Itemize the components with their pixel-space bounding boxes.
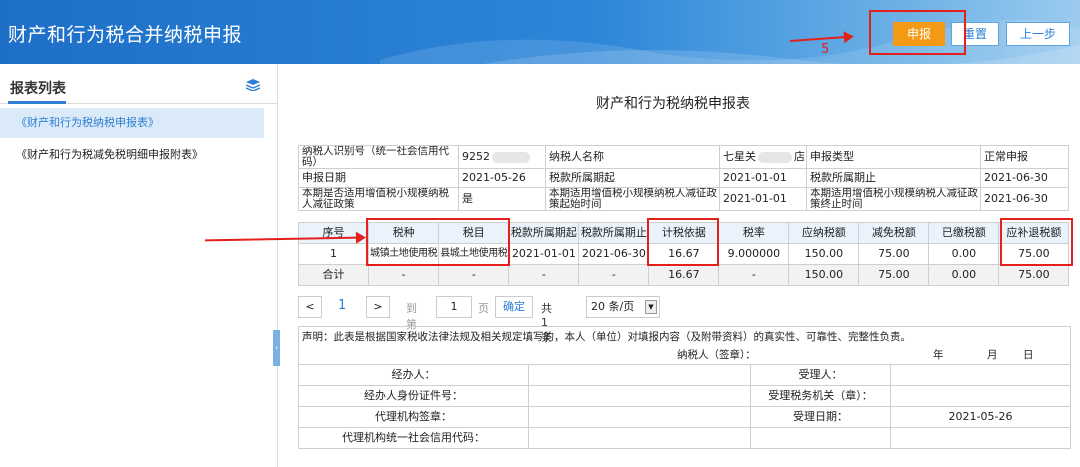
column-header: 减免税额	[858, 222, 930, 244]
page-unit-label: 页	[478, 302, 489, 315]
sidebar-item-relief-schedule[interactable]: 《财产和行为税减免税明细申报附表》	[0, 140, 264, 170]
sidebar-title: 报表列表	[10, 81, 66, 97]
receive-date-label: 受理日期：	[750, 406, 891, 428]
receiving-office-label: 受理税务机关（章）：	[750, 385, 891, 407]
table-cell: 16.67	[648, 264, 720, 286]
column-header: 已缴税额	[928, 222, 1000, 244]
page-size-value: 20 条/页	[591, 300, 635, 313]
table-total-row: 合计 - - - - 16.67 - 150.00 75.00 0.00 75.…	[298, 264, 1070, 286]
declare-date-label: 申报日期	[298, 168, 459, 188]
page-size-select[interactable]: 20 条/页 ▼	[586, 296, 660, 318]
column-header: 税款所属期起	[508, 222, 580, 244]
year-label: 年	[933, 349, 944, 361]
table-cell: -	[367, 264, 440, 286]
declaration-statement: 声明：此表是根据国家税收法律法规及相关规定填写的，本人（单位）对填报内容（及附带…	[298, 326, 1071, 365]
handler-field[interactable]	[528, 364, 751, 386]
receiving-office-field	[890, 385, 1071, 407]
table-cell: 0.00	[928, 264, 1000, 286]
app-title: 财产和行为税合并纳税申报	[8, 24, 243, 46]
taxpayer-info-table: 纳税人识别号（统一社会信用代码） 9252 纳税人名称 七星关店 申报类型 正常…	[298, 145, 1069, 211]
table-cell: 150.00	[788, 264, 860, 286]
table-cell: 0.00	[928, 243, 1000, 265]
table-cell: -	[438, 264, 510, 286]
goto-page-input[interactable]: 1	[436, 296, 472, 318]
table-cell: -	[508, 264, 580, 286]
submit-highlight-box	[869, 10, 966, 55]
table-cell: -	[578, 264, 650, 286]
handler-id-field[interactable]	[528, 385, 751, 407]
policy-start-label: 本期适用增值税小规模纳税人减征政策起始时间	[545, 187, 720, 211]
sidebar-item-tax-return[interactable]: 《财产和行为税纳税申报表》	[0, 108, 264, 138]
table-cell: 75.00	[858, 243, 930, 265]
taxpayer-name-label: 纳税人名称	[545, 145, 720, 169]
table-cell: 75.00	[858, 264, 930, 286]
empty-cell	[750, 427, 891, 449]
sidebar-header: 报表列表	[0, 64, 277, 104]
form-title: 财产和行为税纳税申报表	[596, 96, 750, 112]
declare-type-label: 申报类型	[806, 145, 981, 169]
month-label: 月	[987, 349, 998, 361]
agency-seal-field[interactable]	[528, 406, 751, 428]
handler-id-label: 经办人身份证件号：	[298, 385, 529, 407]
goto-confirm-button[interactable]: 确定	[495, 296, 533, 318]
taxpayer-id-value: 9252	[458, 145, 546, 169]
policy-start-value: 2021-01-01	[719, 187, 807, 211]
agency-seal-label: 代理机构签章：	[298, 406, 529, 428]
policy-end-label: 本期适用增值税小规模纳税人减征政策终止时间	[806, 187, 981, 211]
dropdown-arrow-icon: ▼	[645, 300, 657, 314]
signer-label: 纳税人（签章）：	[677, 349, 756, 361]
sidebar-collapse-handle[interactable]: ‹	[273, 330, 280, 366]
table-cell: 75.00	[998, 264, 1070, 286]
sidebar: 报表列表 《财产和行为税纳税申报表》 《财产和行为税减免税明细申报附表》 ‹	[0, 64, 280, 467]
receiver-label: 受理人：	[750, 364, 891, 386]
declare-type-value: 正常申报	[980, 145, 1069, 169]
table-cell: 150.00	[788, 243, 860, 265]
statement-text: 声明：此表是根据国家税收法律法规及相关规定填写的，本人（单位）对填报内容（及附带…	[302, 331, 911, 343]
declaration-table: 声明：此表是根据国家税收法律法规及相关规定填写的，本人（单位）对填报内容（及附带…	[298, 326, 1071, 449]
column-header: 税款所属期止	[578, 222, 650, 244]
sidebar-title-underline	[8, 101, 66, 104]
period-start-label: 税款所属期起	[545, 168, 720, 188]
policy-end-value: 2021-06-30	[980, 187, 1069, 211]
taxpayer-name-value: 七星关店	[719, 145, 807, 169]
agency-credit-code-field[interactable]	[528, 427, 751, 449]
prev-page-button[interactable]: <	[298, 296, 322, 318]
table-cell: 合计	[298, 264, 369, 286]
empty-cell	[890, 427, 1071, 449]
receive-date-value: 2021-05-26	[890, 406, 1071, 428]
period-start-value: 2021-01-01	[719, 168, 807, 188]
table-cell: 2021-06-30	[578, 243, 650, 265]
agency-credit-code-label: 代理机构统一社会信用代码：	[298, 427, 529, 449]
current-page-number[interactable]: 1	[338, 298, 346, 313]
taxpayer-id-label: 纳税人识别号（统一社会信用代码）	[298, 145, 459, 169]
previous-step-button[interactable]: 上一步	[1006, 22, 1070, 46]
small-scale-policy-value: 是	[458, 187, 546, 211]
handler-label: 经办人：	[298, 364, 529, 386]
refund-amount-highlight-box	[1000, 218, 1073, 266]
table-cell: -	[718, 264, 790, 286]
column-header: 税率	[718, 222, 790, 244]
receiver-field	[890, 364, 1071, 386]
table-cell: 2021-01-01	[508, 243, 580, 265]
small-scale-policy-label: 本期是否适用增值税小规模纳税人减征政策	[298, 187, 459, 211]
step-number-label: 5	[821, 42, 830, 57]
next-page-button[interactable]: >	[366, 296, 390, 318]
table-cell: 9.000000	[718, 243, 790, 265]
column-header: 应纳税额	[788, 222, 860, 244]
period-end-value: 2021-06-30	[980, 168, 1069, 188]
declare-date-value: 2021-05-26	[458, 168, 546, 188]
table-cell: 1	[298, 243, 369, 265]
period-end-label: 税款所属期止	[806, 168, 981, 188]
day-label: 日	[1023, 349, 1034, 361]
tax-type-highlight-box	[366, 218, 510, 266]
layers-icon[interactable]	[246, 79, 260, 91]
tax-basis-highlight-box	[647, 218, 719, 266]
